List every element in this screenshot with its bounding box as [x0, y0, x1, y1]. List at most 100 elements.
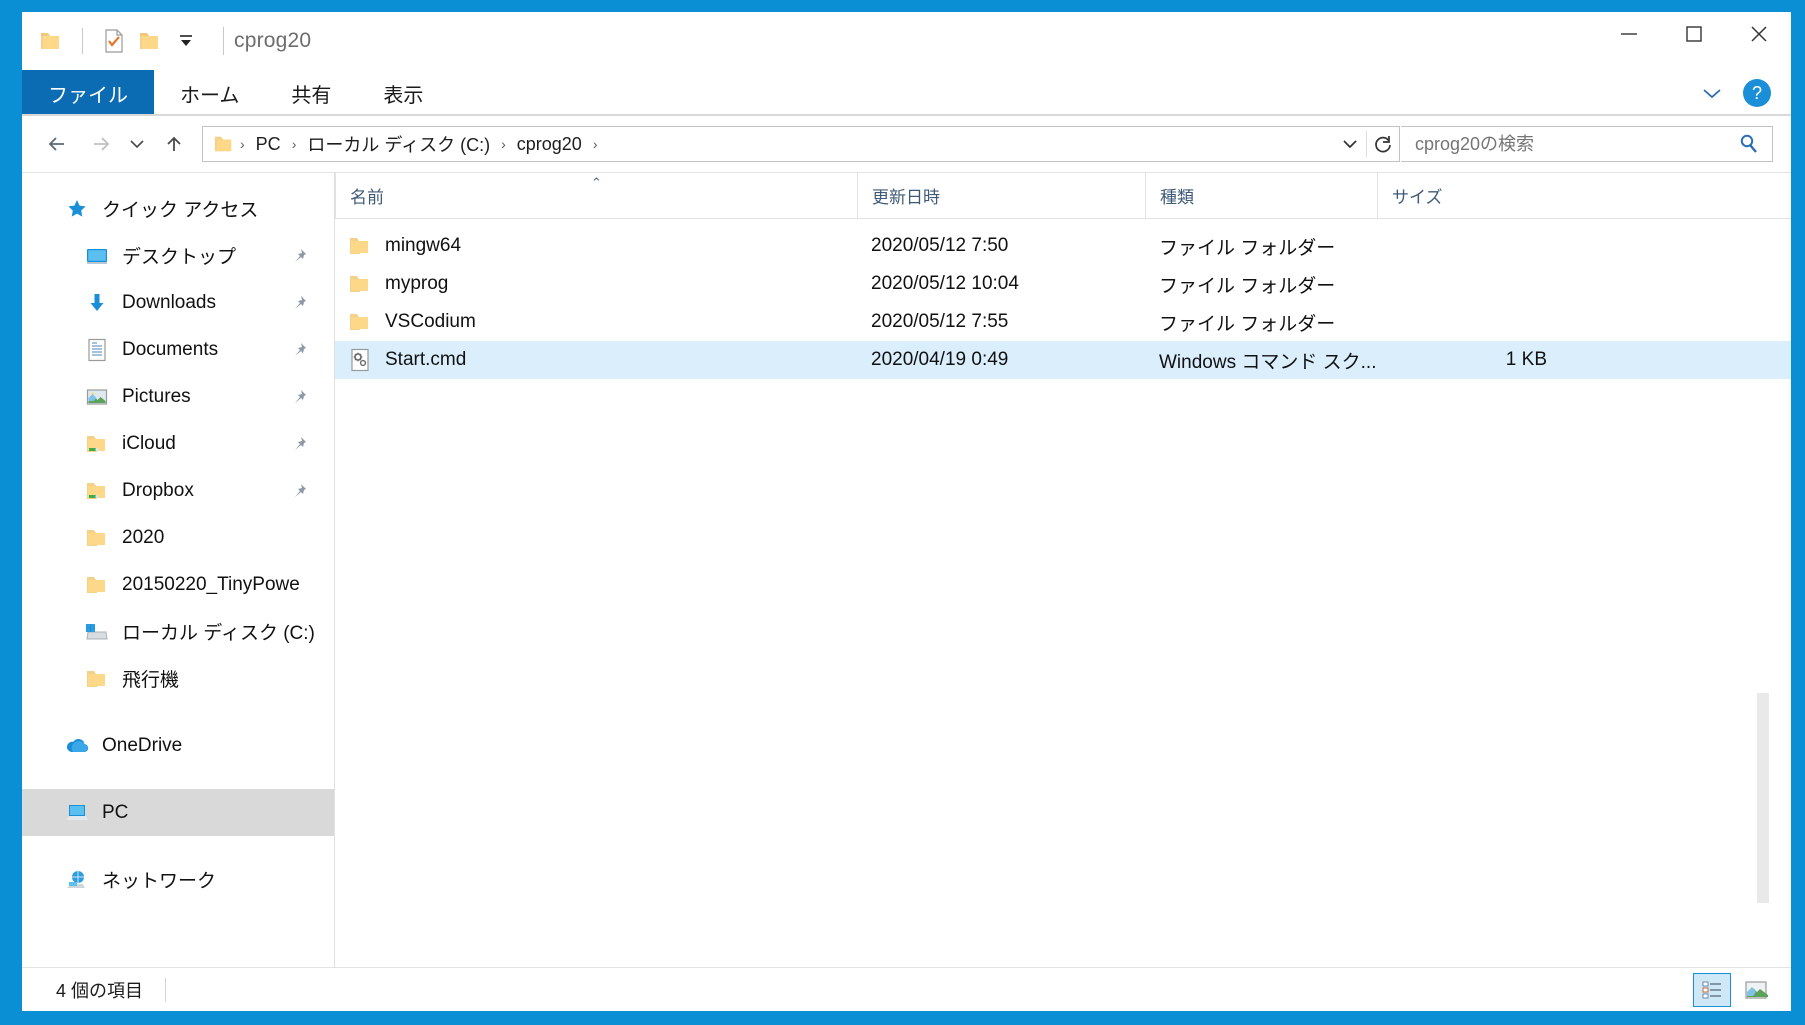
sidebar-item-icloud[interactable]: iCloud: [22, 420, 334, 467]
folder-icon: [347, 309, 373, 335]
desktop-background: cprog20 ファイル ホーム 共有 表示 ? › PC › ローカル ディス…: [0, 0, 1805, 1025]
file-name: mingw64: [385, 235, 462, 256]
sidebar-item-documents[interactable]: Documents: [22, 326, 334, 373]
column-header-type[interactable]: 種類: [1145, 172, 1377, 219]
folder-icon: [84, 666, 110, 692]
sidebar-item-label: 20150220_TinyPowe: [122, 573, 300, 595]
help-icon[interactable]: ?: [1743, 79, 1771, 107]
address-bar-row: › PC › ローカル ディスク (C:) › cprog20 ›: [22, 116, 1791, 172]
tab-file[interactable]: ファイル: [22, 70, 154, 116]
column-header-size[interactable]: サイズ: [1377, 172, 1557, 219]
quick-access-toolbar: [38, 27, 224, 55]
column-header-name[interactable]: ⌃ 名前: [335, 172, 857, 219]
minimize-button[interactable]: [1596, 12, 1661, 56]
ribbon-underline: [22, 114, 1791, 116]
sidebar-item-desktop[interactable]: デスクトップ: [22, 232, 334, 279]
address-dropdown-icon[interactable]: [1334, 127, 1366, 161]
file-name-cell: Start.cmd: [335, 341, 857, 379]
onedrive-icon: [64, 733, 90, 759]
sidebar-item-dropbox[interactable]: Dropbox: [22, 467, 334, 514]
address-bar[interactable]: › PC › ローカル ディスク (C:) › cprog20 ›: [202, 126, 1400, 162]
file-name-cell: mingw64: [335, 227, 857, 265]
file-list-pane: ⌃ 名前 更新日時 種類 サイズ mingw64 2020/05/12 7:50…: [335, 172, 1791, 967]
file-name-cell: myprog: [335, 265, 857, 303]
toolbar-divider: [82, 28, 83, 54]
folder-icon[interactable]: [38, 28, 64, 54]
chevron-down-icon[interactable]: [1699, 80, 1725, 106]
sidebar-item-label: OneDrive: [102, 734, 183, 756]
close-button[interactable]: [1726, 12, 1791, 56]
sidebar-item-label: iCloud: [122, 432, 176, 454]
pin-icon[interactable]: [286, 243, 312, 269]
sidebar-item-label: 飛行機: [122, 670, 180, 691]
customize-dropdown-icon[interactable]: [173, 28, 199, 54]
pin-icon[interactable]: [286, 337, 312, 363]
folder-icon: [84, 572, 110, 598]
file-date: 2020/05/12 10:04: [871, 273, 1019, 294]
checkbox-doc-icon[interactable]: [101, 28, 127, 54]
breadcrumb-item-local-disk[interactable]: ローカル ディスク (C:): [301, 129, 496, 159]
title-divider: [223, 27, 224, 55]
folder-icon: [347, 271, 373, 297]
sidebar-item-quick-access[interactable]: クイック アクセス: [22, 185, 334, 232]
up-button[interactable]: [154, 124, 194, 164]
pin-icon[interactable]: [286, 431, 312, 457]
large-icons-view-button[interactable]: [1737, 973, 1775, 1007]
breadcrumb-item-cprog20[interactable]: cprog20: [511, 132, 588, 157]
network-icon: [64, 867, 90, 893]
search-input[interactable]: [1415, 133, 1736, 155]
back-button[interactable]: [38, 124, 78, 164]
sidebar-item-network[interactable]: ネットワーク: [22, 856, 334, 903]
sidebar-item-pc[interactable]: PC: [22, 789, 334, 836]
sidebar-item-label: 2020: [122, 526, 165, 548]
pin-icon[interactable]: [286, 478, 312, 504]
search-icon[interactable]: [1736, 131, 1762, 157]
table-row[interactable]: myprog 2020/05/12 10:04 ファイル フォルダー: [335, 265, 1791, 303]
file-size: [1377, 303, 1557, 341]
breadcrumb-item-pc[interactable]: PC: [250, 132, 287, 157]
table-row[interactable]: mingw64 2020/05/12 7:50 ファイル フォルダー: [335, 227, 1791, 265]
maximize-button[interactable]: [1661, 12, 1726, 56]
tab-view[interactable]: 表示: [357, 70, 449, 116]
sidebar-item-pictures[interactable]: Pictures: [22, 373, 334, 420]
ribbon-right-controls: ?: [1699, 70, 1791, 116]
recent-locations-button[interactable]: [122, 124, 152, 164]
sidebar-item-hikouki[interactable]: 飛行機: [22, 655, 334, 702]
sidebar-item-label: Pictures: [122, 385, 191, 407]
vertical-scrollbar[interactable]: [1757, 693, 1769, 903]
search-box[interactable]: [1401, 126, 1773, 162]
status-divider: [165, 977, 167, 1002]
file-name: Start.cmd: [385, 349, 467, 370]
forward-button[interactable]: [80, 124, 120, 164]
sidebar-item-tinypower[interactable]: 20150220_TinyPowe: [22, 561, 334, 608]
sidebar-item-onedrive[interactable]: OneDrive: [22, 722, 334, 769]
file-date: 2020/05/12 7:55: [871, 311, 1009, 332]
download-icon: [84, 290, 110, 316]
table-row[interactable]: Start.cmd 2020/04/19 0:49 Windows コマンド ス…: [335, 341, 1791, 379]
sidebar-item-downloads[interactable]: Downloads: [22, 279, 334, 326]
new-folder-icon[interactable]: [137, 28, 163, 54]
file-name: myprog: [385, 273, 449, 294]
sidebar-item-label: クイック アクセス: [102, 200, 259, 221]
column-headers: ⌃ 名前 更新日時 種類 サイズ: [335, 172, 1791, 219]
table-row[interactable]: VSCodium 2020/05/12 7:55 ファイル フォルダー: [335, 303, 1791, 341]
file-type: Windows コマンド スク...: [1159, 351, 1377, 373]
breadcrumb-separator: ›: [240, 136, 245, 152]
window-title: cprog20: [234, 29, 312, 52]
column-header-date[interactable]: 更新日時: [857, 172, 1145, 219]
pin-icon[interactable]: [286, 290, 312, 316]
sidebar-item-2020[interactable]: 2020: [22, 514, 334, 561]
tab-home[interactable]: ホーム: [154, 70, 265, 116]
file-date: 2020/05/12 7:50: [871, 235, 1009, 256]
file-explorer-window: cprog20 ファイル ホーム 共有 表示 ? › PC › ローカル ディス…: [22, 12, 1791, 1011]
details-view-button[interactable]: [1693, 972, 1731, 1007]
sidebar-item-label: デスクトップ: [122, 247, 237, 268]
column-header-label: サイズ: [1392, 188, 1443, 207]
sidebar-item-label: PC: [102, 801, 129, 823]
refresh-icon[interactable]: [1367, 127, 1399, 161]
sidebar-item-local-disk[interactable]: ローカル ディスク (C:): [22, 608, 334, 655]
tab-share[interactable]: 共有: [265, 70, 357, 116]
pin-icon[interactable]: [286, 384, 312, 410]
explorer-body: クイック アクセス デスクトップ Downloads Documents Pic…: [22, 172, 1791, 967]
